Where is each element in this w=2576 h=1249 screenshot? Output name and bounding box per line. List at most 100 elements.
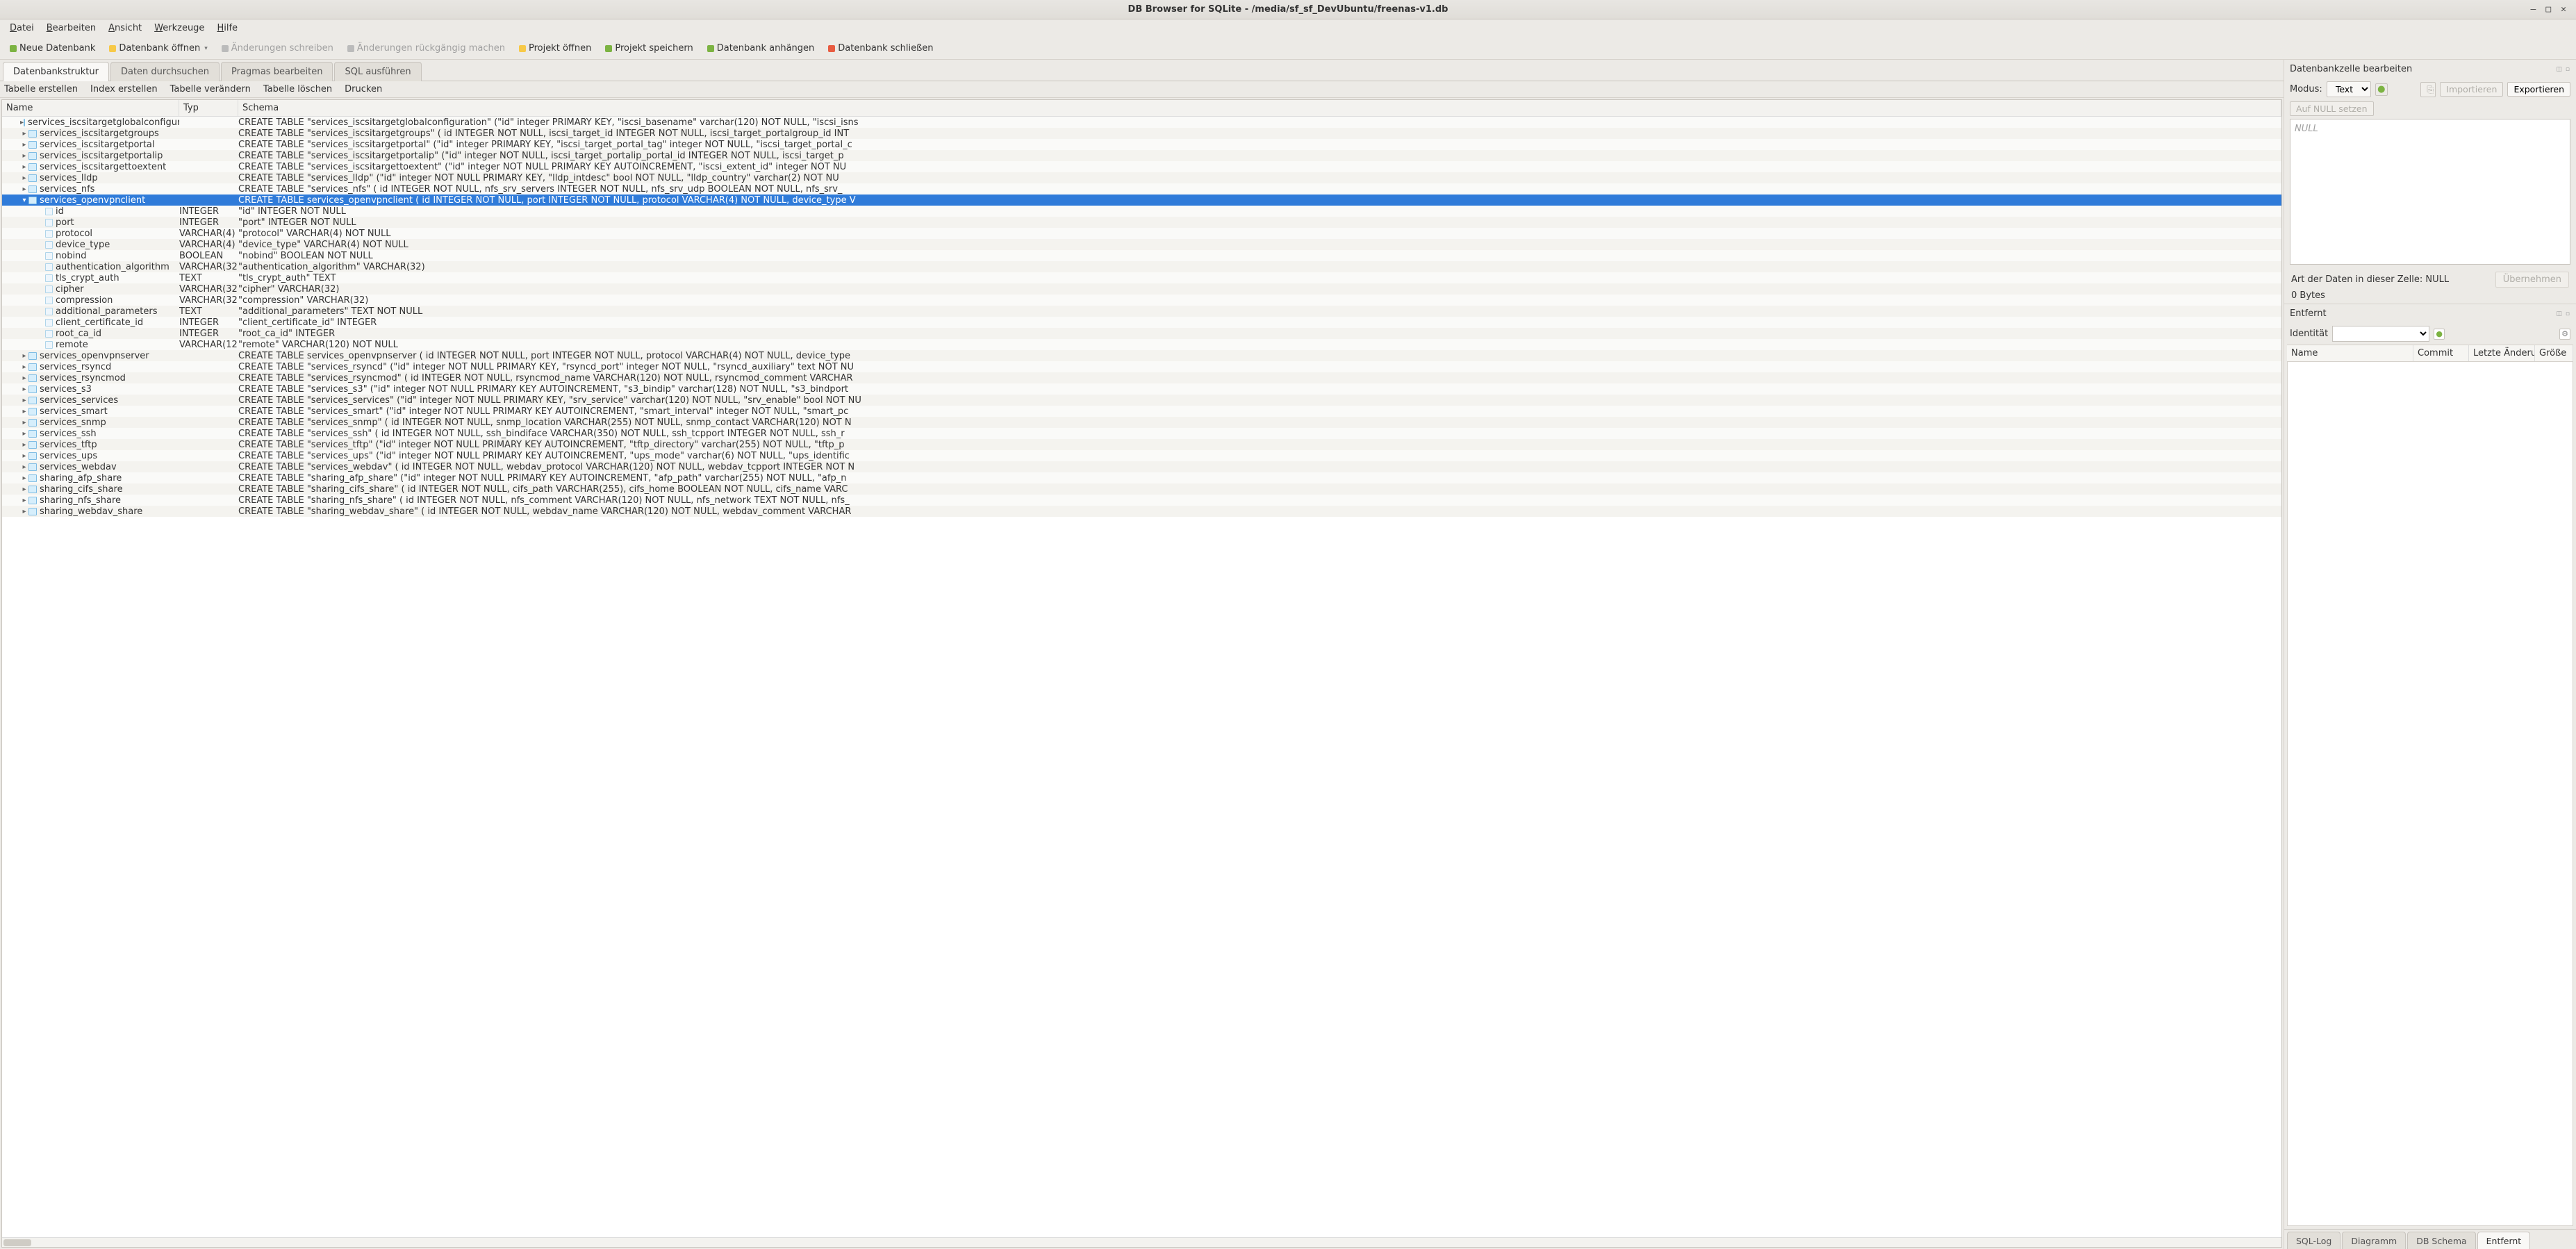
expander-icon[interactable]: ▸ <box>20 152 28 160</box>
column-row[interactable]: authentication_algorithmVARCHAR(32)"auth… <box>2 261 2281 272</box>
table-row[interactable]: ▸services_sshCREATE TABLE "services_ssh"… <box>2 428 2281 439</box>
column-row[interactable]: cipherVARCHAR(32)"cipher" VARCHAR(32) <box>2 283 2281 295</box>
expander-icon[interactable]: ▸ <box>20 386 28 393</box>
apply-button[interactable]: Übernehmen <box>2495 272 2569 288</box>
import-button[interactable]: Importieren <box>2440 82 2503 97</box>
expander-icon[interactable]: ▸ <box>20 452 28 460</box>
toolbar-datenbank-schlie-en[interactable]: Datenbank schließen <box>823 40 939 56</box>
toolbar-datenbank-ffnen[interactable]: Datenbank öffnen▾ <box>104 40 213 56</box>
set-null-button[interactable]: Auf NULL setzen <box>2290 101 2374 116</box>
table-row[interactable]: ▸services_rsyncdCREATE TABLE "services_r… <box>2 361 2281 372</box>
column-row[interactable]: protocolVARCHAR(4)"protocol" VARCHAR(4) … <box>2 228 2281 239</box>
table-row[interactable]: ▸sharing_webdav_shareCREATE TABLE "shari… <box>2 506 2281 517</box>
column-row[interactable]: nobindBOOLEAN"nobind" BOOLEAN NOT NULL <box>2 250 2281 261</box>
bottom-tab-db-schema[interactable]: DB Schema <box>2407 1232 2475 1249</box>
column-row[interactable]: client_certificate_idINTEGER"client_cert… <box>2 317 2281 328</box>
table-row[interactable]: ▸services_openvpnserverCREATE TABLE serv… <box>2 350 2281 361</box>
rem-col-size[interactable]: Größe <box>2535 345 2573 361</box>
expander-icon[interactable]: ▸ <box>20 141 28 149</box>
table-row[interactable]: ▸sharing_cifs_shareCREATE TABLE "sharing… <box>2 483 2281 495</box>
bottom-tab-sql-log[interactable]: SQL-Log <box>2287 1232 2340 1249</box>
table-row[interactable]: ▸services_iscsitargetportalipCREATE TABL… <box>2 150 2281 161</box>
table-row[interactable]: ▸services_smartCREATE TABLE "services_sm… <box>2 406 2281 417</box>
action-tabelle-l-schen[interactable]: Tabelle löschen <box>263 84 332 94</box>
expander-icon[interactable]: ▸ <box>20 508 28 515</box>
expander-icon[interactable]: ▸ <box>20 486 28 493</box>
rem-col-name[interactable]: Name <box>2287 345 2413 361</box>
expander-icon[interactable]: ▸ <box>20 497 28 504</box>
table-row[interactable]: ▾services_openvpnclientCREATE TABLE serv… <box>2 195 2281 206</box>
expander-icon[interactable]: ▸ <box>20 430 28 438</box>
format-button[interactable]: ⎘ <box>2420 82 2436 97</box>
expander-icon[interactable]: ▸ <box>20 163 28 171</box>
table-row[interactable]: ▸sharing_nfs_shareCREATE TABLE "sharing_… <box>2 495 2281 506</box>
table-row[interactable]: ▸services_lldpCREATE TABLE "services_lld… <box>2 172 2281 183</box>
tab-pragmas-bearbeiten[interactable]: Pragmas bearbeiten <box>221 62 333 81</box>
action-index-erstellen[interactable]: Index erstellen <box>90 84 158 94</box>
close-button[interactable]: ✕ <box>2561 4 2566 15</box>
toolbar-neue-datenbank[interactable]: Neue Datenbank <box>4 40 101 56</box>
table-row[interactable]: ▸services_webdavCREATE TABLE "services_w… <box>2 461 2281 472</box>
menu-ansicht[interactable]: Ansicht <box>103 21 147 35</box>
menu-bearbeiten[interactable]: Bearbeiten <box>41 21 101 35</box>
tree-body[interactable]: ▸services_iscsitargetglobalconfigurati…C… <box>2 117 2281 1237</box>
expander-icon[interactable]: ▸ <box>20 130 28 138</box>
rem-col-commit[interactable]: Commit <box>2413 345 2469 361</box>
table-row[interactable]: ▸services_snmpCREATE TABLE "services_snm… <box>2 417 2281 428</box>
toolbar-datenbank-anh-ngen[interactable]: Datenbank anhängen <box>702 40 820 56</box>
table-row[interactable]: ▸services_rsyncmodCREATE TABLE "services… <box>2 372 2281 383</box>
toolbar-projekt-ffnen[interactable]: Projekt öffnen <box>513 40 597 56</box>
menu-hilfe[interactable]: Hilfe <box>211 21 243 35</box>
table-row[interactable]: ▸services_iscsitargetglobalconfigurati…C… <box>2 117 2281 128</box>
column-row[interactable]: idINTEGER"id" INTEGER NOT NULL <box>2 206 2281 217</box>
action-drucken[interactable]: Drucken <box>345 84 382 94</box>
cell-editor[interactable]: NULL <box>2290 119 2570 265</box>
tab-datenbankstruktur[interactable]: Datenbankstruktur <box>3 62 109 81</box>
menu-werkzeuge[interactable]: Werkzeuge <box>149 21 210 35</box>
column-row[interactable]: additional_parametersTEXT"additional_par… <box>2 306 2281 317</box>
bottom-tab-diagramm[interactable]: Diagramm <box>2342 1232 2406 1249</box>
export-button[interactable]: Exportieren <box>2507 82 2570 97</box>
rem-col-modified[interactable]: Letzte Änderung <box>2469 345 2535 361</box>
table-row[interactable]: ▸services_tftpCREATE TABLE "services_tft… <box>2 439 2281 450</box>
column-row[interactable]: compressionVARCHAR(32)"compression" VARC… <box>2 295 2281 306</box>
expander-icon[interactable]: ▸ <box>20 363 28 371</box>
table-row[interactable]: ▸services_nfsCREATE TABLE "services_nfs"… <box>2 183 2281 195</box>
refresh-icon[interactable]: ● <box>2375 83 2388 96</box>
expander-icon[interactable]: ▸ <box>20 397 28 404</box>
expander-icon[interactable]: ▸ <box>20 374 28 382</box>
column-row[interactable]: remoteVARCHAR(12…"remote" VARCHAR(120) N… <box>2 339 2281 350</box>
tab-sql-ausf-hren[interactable]: SQL ausführen <box>334 62 421 81</box>
horizontal-scrollbar[interactable] <box>2 1237 2281 1247</box>
settings-icon[interactable]: ⚙ <box>2559 329 2570 340</box>
column-row[interactable]: portINTEGER"port" INTEGER NOT NULL <box>2 217 2281 228</box>
action-tabelle-erstellen[interactable]: Tabelle erstellen <box>4 84 78 94</box>
undock-icon[interactable]: ◫ ▫ <box>2557 66 2570 73</box>
mode-select[interactable]: Text <box>2327 81 2371 97</box>
column-row[interactable]: root_ca_idINTEGER"root_ca_id" INTEGER <box>2 328 2281 339</box>
table-row[interactable]: ▸services_iscsitargetportalCREATE TABLE … <box>2 139 2281 150</box>
undock-icon[interactable]: ◫ ▫ <box>2557 311 2570 317</box>
expander-icon[interactable]: ▸ <box>20 474 28 482</box>
col-header-name[interactable]: Name <box>2 100 179 116</box>
table-row[interactable]: ▸services_iscsitargetgroupsCREATE TABLE … <box>2 128 2281 139</box>
expander-icon[interactable]: ▸ <box>20 174 28 182</box>
column-row[interactable]: tls_crypt_authTEXT"tls_crypt_auth" TEXT <box>2 272 2281 283</box>
expander-icon[interactable]: ▸ <box>20 185 28 193</box>
column-row[interactable]: device_typeVARCHAR(4)"device_type" VARCH… <box>2 239 2281 250</box>
expander-icon[interactable]: ▸ <box>20 352 28 360</box>
maximize-button[interactable]: □ <box>2545 4 2551 15</box>
menu-datei[interactable]: Datei <box>4 21 40 35</box>
identity-select[interactable] <box>2332 326 2429 342</box>
removed-table-body[interactable] <box>2287 362 2573 1226</box>
table-row[interactable]: ▸services_servicesCREATE TABLE "services… <box>2 395 2281 406</box>
toolbar-projekt-speichern[interactable]: Projekt speichern <box>600 40 698 56</box>
tab-daten-durchsuchen[interactable]: Daten durchsuchen <box>110 62 220 81</box>
expander-icon[interactable]: ▸ <box>20 419 28 427</box>
expander-icon[interactable]: ▸ <box>20 408 28 415</box>
expander-icon[interactable]: ▸ <box>20 441 28 449</box>
minimize-button[interactable]: — <box>2531 4 2536 15</box>
expander-icon[interactable]: ▸ <box>20 463 28 471</box>
bottom-tab-entfernt[interactable]: Entfernt <box>2477 1232 2531 1249</box>
refresh-icon[interactable]: ● <box>2434 329 2445 340</box>
